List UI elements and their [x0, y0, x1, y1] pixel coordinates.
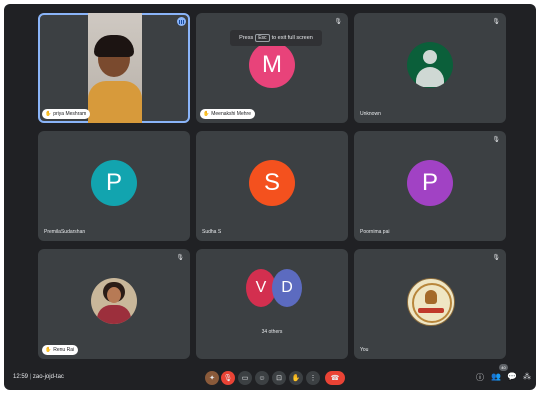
- participant-tile-renu[interactable]: 🎙 ✋ Renu Rai: [38, 249, 190, 359]
- avatar: P: [407, 160, 453, 206]
- avatar-initial: P: [105, 169, 122, 196]
- participant-name: You: [360, 347, 369, 353]
- avatar-initial: S: [263, 169, 280, 196]
- mic-toggle-button[interactable]: 🎙: [221, 371, 235, 385]
- activities-icon[interactable]: ⁂: [523, 372, 531, 381]
- avatar: S: [249, 160, 295, 206]
- photo-face: [107, 287, 121, 303]
- toast-suffix: to exit full screen: [271, 35, 313, 41]
- person-body-icon: [416, 67, 444, 87]
- more-options-button[interactable]: ⋮: [306, 371, 320, 385]
- participant-name: Meenakshi Mehre: [211, 111, 251, 117]
- participant-name: PremilaSudarshan: [44, 229, 86, 235]
- smile-icon: ☺: [258, 374, 266, 382]
- hand-raise-icon: ✋: [45, 347, 52, 353]
- participant-tile-sudha[interactable]: S Sudha S: [196, 131, 348, 241]
- participants-count-badge: 40: [499, 364, 508, 371]
- mic-off-icon: 🎙: [492, 137, 500, 143]
- emoji-icon: ✦: [209, 375, 215, 382]
- more-vert-icon: ⋮: [309, 375, 317, 382]
- meeting-controls-bar: 12:59 | zao-jojd-tac ✦ 🎙 ▭ ☺ ⊡ ✋ ⋮ ☎ ⓘ 👥…: [4, 364, 536, 390]
- photo-shirt: [97, 305, 131, 324]
- participant-tile-priya[interactable]: ✋ priya Meshram: [38, 13, 190, 123]
- fullscreen-toast: Press Esc to exit full screen: [230, 30, 322, 46]
- avatar-initial: P: [421, 169, 438, 196]
- participant-hair: [94, 35, 134, 57]
- name-chip: ✋ Meenakshi Mehre: [200, 109, 255, 119]
- speaking-indicator-icon: [177, 17, 186, 26]
- avatar-initial: M: [262, 51, 282, 78]
- participant-name: Sudha S: [202, 229, 222, 235]
- meeting-details-icon[interactable]: ⓘ: [476, 372, 484, 383]
- name-chip: ✋ priya Meshram: [42, 109, 91, 119]
- toast-prefix: Press: [239, 35, 254, 41]
- avatar-initial: V: [255, 279, 267, 296]
- logo-figure: [425, 290, 437, 304]
- participant-shirt: [88, 81, 142, 123]
- people-icon[interactable]: 👥: [491, 372, 501, 381]
- hand-raise-icon: ✋: [45, 111, 52, 117]
- avatar-photo: [91, 278, 137, 324]
- mic-off-icon: 🎙: [492, 255, 500, 261]
- participant-tile-others[interactable]: V D 34 others: [196, 249, 348, 359]
- meeting-code: zao-jojd-tac: [32, 374, 64, 380]
- logo-base: [418, 308, 444, 313]
- leave-call-button[interactable]: ☎: [325, 371, 345, 385]
- avatar: P: [91, 160, 137, 206]
- participant-tile-premila[interactable]: P PremilaSudarshan: [38, 131, 190, 241]
- reaction-button[interactable]: ✦: [205, 371, 219, 385]
- avatar-photo: [407, 278, 455, 326]
- mic-off-icon: 🎙: [223, 375, 233, 382]
- meeting-info: 12:59 | zao-jojd-tac: [13, 374, 64, 380]
- participant-tile-poornima[interactable]: P 🎙 Poornima pai: [354, 131, 506, 241]
- clock-time: 12:59: [13, 374, 29, 380]
- chat-icon[interactable]: 💬: [507, 372, 517, 381]
- emoji-button[interactable]: ☺: [255, 371, 269, 385]
- mic-off-icon: 🎙: [492, 19, 500, 25]
- avatar: [407, 42, 453, 88]
- participant-name: Poornima pai: [360, 229, 390, 235]
- mic-off-icon: 🎙: [334, 19, 342, 25]
- others-count: 34 others: [261, 329, 283, 335]
- name-chip: ✋ Renu Rai: [42, 345, 79, 355]
- participant-name: Renu Rai: [53, 347, 75, 353]
- participant-tile-unknown[interactable]: 🎙 Unknown: [354, 13, 506, 123]
- camera-toggle-button[interactable]: ▭: [238, 371, 252, 385]
- participant-name: Unknown: [360, 111, 381, 117]
- present-icon: ⊡: [276, 375, 282, 382]
- meet-screen: ✋ priya Meshram M 🎙 ✋ Meenakshi Mehre 🎙 …: [4, 4, 536, 390]
- present-button[interactable]: ⊡: [272, 371, 286, 385]
- esc-key: Esc: [255, 34, 270, 42]
- hand-raise-icon: ✋: [203, 111, 210, 117]
- avatar: M: [249, 42, 295, 88]
- raise-hand-button[interactable]: ✋: [289, 371, 303, 385]
- video-feed: [88, 13, 142, 123]
- mic-off-icon: 🎙: [176, 255, 184, 261]
- avatar-initial: D: [281, 279, 293, 296]
- phone-hangup-icon: ☎: [330, 375, 340, 382]
- person-head-icon: [423, 50, 437, 64]
- participant-name: priya Meshram: [53, 111, 87, 117]
- avatar-d: D: [272, 269, 302, 307]
- participant-tile-you[interactable]: 🎙 You: [354, 249, 506, 359]
- camera-icon: ▭: [241, 375, 249, 382]
- hand-icon: ✋: [291, 375, 301, 382]
- participants-count: 40: [501, 365, 506, 370]
